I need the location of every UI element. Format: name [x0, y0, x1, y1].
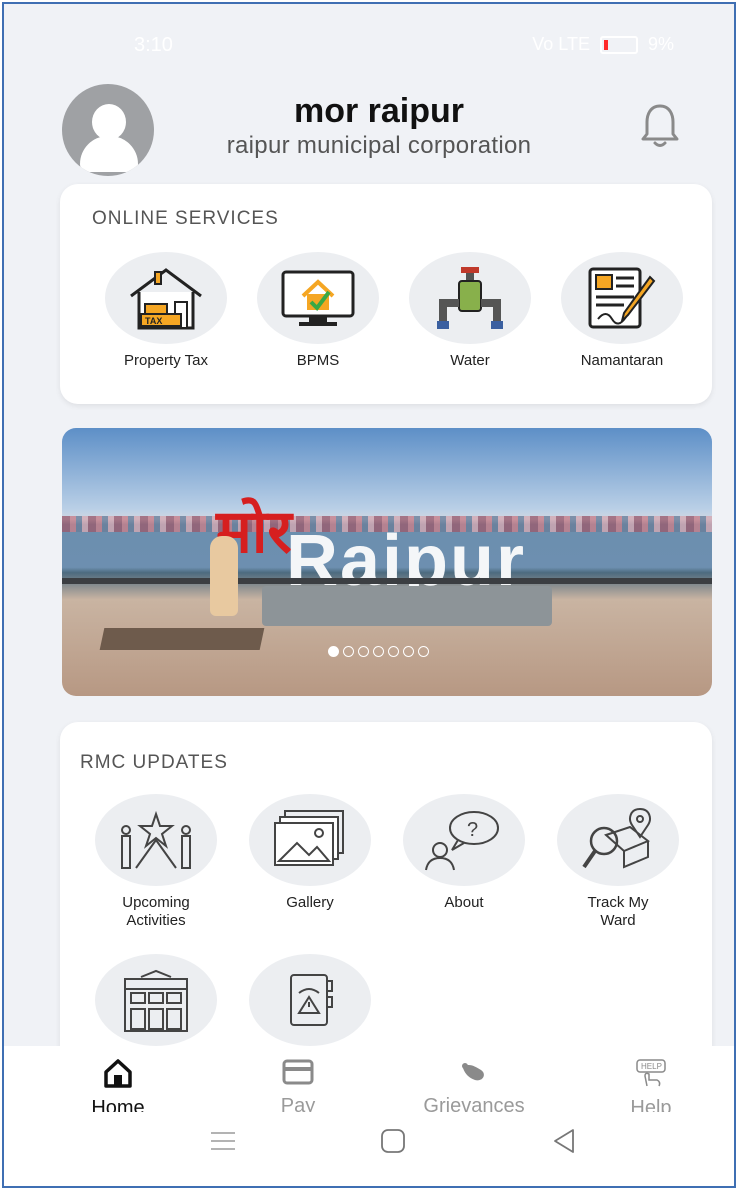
service-water[interactable]: Water [405, 252, 535, 370]
svg-text:TAX: TAX [145, 316, 162, 326]
carousel-dot[interactable] [403, 646, 414, 657]
carousel-dot[interactable] [388, 646, 399, 657]
carousel-dot[interactable] [373, 646, 384, 657]
update-label: Upcoming Activities [122, 894, 190, 929]
carousel-dot[interactable] [328, 646, 339, 657]
update-about[interactable]: ? About [399, 794, 529, 912]
track-ward-icon [582, 807, 651, 869]
service-property-tax[interactable]: TAX Property Tax [101, 252, 231, 370]
rmc-updates-title: RMC UPDATES [80, 752, 228, 773]
service-label: Namantaran [580, 352, 664, 369]
banner-sign-base [262, 586, 552, 626]
back-icon[interactable] [552, 1128, 576, 1154]
update-upcoming-activities[interactable]: Upcoming Activities [91, 794, 221, 930]
update-building[interactable] [91, 954, 221, 1046]
home-square-icon[interactable] [380, 1128, 406, 1154]
carousel-indicator[interactable] [328, 646, 429, 657]
menu-icon[interactable] [210, 1130, 236, 1152]
online-services-card: ONLINE SERVICES TAX Property Tax BPMS Wa… [60, 184, 712, 404]
grievance-icon [462, 1063, 484, 1081]
banner-railing [62, 578, 712, 584]
system-nav-bar [4, 1112, 734, 1186]
status-icons: Vo LTE 9% [532, 34, 674, 55]
nav-grievances[interactable]: Grievances [414, 1058, 534, 1118]
namantaran-document-icon [588, 267, 656, 329]
carousel-dot[interactable] [358, 646, 369, 657]
about-question-icon: ? [425, 811, 499, 871]
app-subtitle: raipur municipal corporation [226, 132, 532, 159]
banner-bench [99, 628, 265, 650]
carousel-dot[interactable] [343, 646, 354, 657]
signal-icon: Vo LTE [532, 34, 590, 54]
online-services-title: ONLINE SERVICES [92, 208, 279, 229]
service-bpms[interactable]: BPMS [253, 252, 383, 370]
banner-mascot [210, 536, 238, 616]
update-label: Track My Ward [587, 894, 649, 929]
nav-home[interactable]: Home [58, 1058, 178, 1120]
service-label: Water [450, 352, 490, 369]
update-emergency-contact[interactable] [245, 954, 375, 1046]
status-bar: 3:10 Vo LTE 9% [4, 32, 734, 62]
nav-pay[interactable]: Pay [238, 1058, 358, 1118]
property-tax-icon: TAX [130, 268, 202, 330]
svg-text:HELP: HELP [641, 1062, 662, 1071]
app-title: mor raipur [293, 92, 465, 130]
carousel-dot[interactable] [418, 646, 429, 657]
service-label: BPMS [296, 352, 340, 369]
app-screen: 3:10 Vo LTE 9% mor raipur raipur municip… [2, 2, 736, 1188]
building-icon [124, 969, 188, 1032]
gallery-icon [274, 810, 344, 866]
home-icon [104, 1059, 132, 1088]
battery-percent: 9% [647, 34, 674, 54]
emergency-phone-icon [290, 974, 333, 1026]
svg-text:?: ? [467, 819, 478, 841]
service-label: Property Tax [124, 352, 208, 369]
update-track-my-ward[interactable]: Track My Ward [553, 794, 683, 930]
update-label: About [444, 894, 484, 911]
water-tap-icon [437, 267, 503, 329]
bpms-icon [281, 270, 355, 326]
stage-star-icon [121, 810, 191, 869]
banner-carousel[interactable]: मोर Raipur [62, 428, 712, 696]
update-label: Gallery [286, 894, 334, 911]
service-namantaran[interactable]: Namantaran [557, 252, 687, 370]
card-icon [282, 1059, 314, 1085]
status-time: 3:10 [134, 34, 173, 56]
bell-icon[interactable] [638, 102, 682, 150]
update-gallery[interactable]: Gallery [245, 794, 375, 912]
battery-icon [599, 35, 638, 54]
nav-help[interactable]: HELP Help [591, 1058, 711, 1120]
rmc-updates-card: RMC UPDATES Upcoming Activities Gallery … [60, 722, 712, 1082]
help-hand-icon: HELP [636, 1059, 666, 1087]
